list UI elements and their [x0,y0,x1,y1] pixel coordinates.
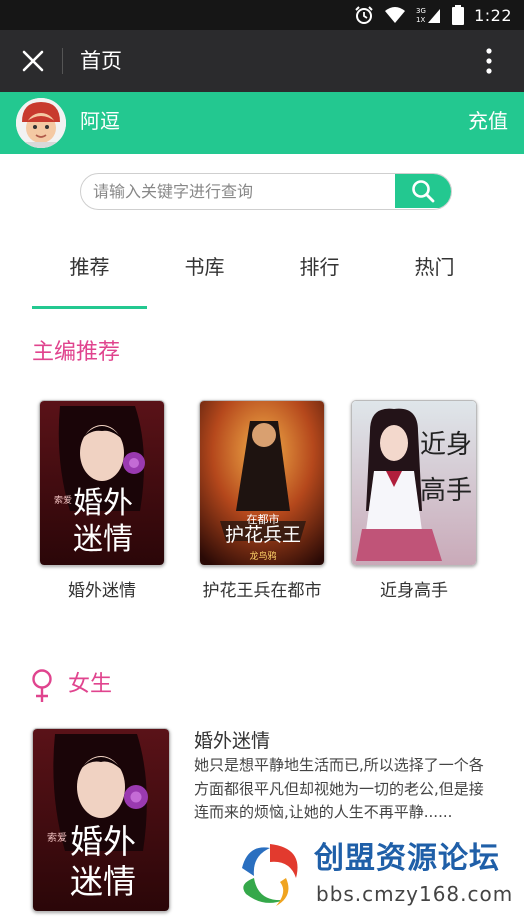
title-divider [62,48,63,74]
close-button[interactable] [18,46,48,76]
user-bar: 阿逗 充值 [0,92,524,154]
featured-book-description: 她只是想平静地生活而已,所以选择了一个各方面都很平凡但却视她为一切的老公,但是接… [194,756,484,821]
page-title: 首页 [80,49,122,73]
editor-picks-title: 主编推荐 [32,340,121,365]
tab-library[interactable]: 书库 [147,240,262,308]
search-icon [412,180,435,203]
book-cover-title: 婚外 [73,486,133,521]
featured-book-title[interactable]: 婚外迷情 [194,728,270,754]
featured-cover-title: 迷情 [70,862,136,901]
editor-picks-list: 婚外 迷情 索爱 婚外迷情 在都市 护花兵王 龙鸟鸦 护花王兵在都市 近身 高手… [32,400,492,610]
svg-text:3G: 3G [416,7,426,15]
avatar[interactable] [16,98,66,148]
book-cover-author: 龙鸟鸦 [249,550,276,562]
book-cover-title: 护花兵王 [225,524,301,546]
book-cover[interactable]: 近身 高手 [351,400,477,566]
female-section-title: 女生 [68,672,113,697]
book-cover-title: 高手 [420,476,472,506]
search-bar [80,173,452,210]
signal-icon: 3G 1X [416,7,441,24]
tab-hot[interactable]: 热门 [377,240,492,308]
book-cover[interactable]: 在都市 护花兵王 龙鸟鸦 [199,400,325,566]
book-title[interactable]: 护花王兵在都市 [192,580,332,602]
svg-text:1X: 1X [416,16,425,24]
watermark-url: bbs.cmzy168.com [316,882,514,906]
more-button[interactable] [474,46,504,76]
search-input[interactable] [81,174,395,208]
status-time: 1:22 [474,5,512,25]
recharge-button[interactable]: 充值 [468,106,508,136]
book-item[interactable]: 婚外 迷情 索爱 婚外迷情 [32,400,172,602]
wifi-icon [385,7,406,23]
watermark: 创盟资源论坛 bbs.cmzy168.com [228,832,524,916]
book-cover-title: 迷情 [73,522,133,557]
book-title[interactable]: 近身高手 [344,580,484,602]
female-symbol-icon [32,669,52,702]
book-cover-tag: 索爱 [54,494,72,506]
search-button[interactable] [395,174,451,208]
book-cover[interactable]: 婚外 迷情 索爱 [39,400,165,566]
status-bar: 3G 1X 1:22 [0,0,524,30]
close-icon [22,50,44,72]
book-title[interactable]: 婚外迷情 [32,580,172,602]
tab-ranking[interactable]: 排行 [262,240,377,308]
book-item[interactable]: 近身 高手 近身高手 [344,400,484,602]
alarm-icon [355,6,373,24]
tab-recommend[interactable]: 推荐 [32,240,147,309]
featured-book-cover[interactable]: 婚外 迷情 索爱 [32,728,170,912]
tab-bar: 推荐 书库 排行 热门 [32,240,492,309]
status-icons: 3G 1X 1:22 [354,0,512,30]
more-vert-icon [486,48,492,74]
avatar-image [16,98,66,148]
book-item[interactable]: 在都市 护花兵王 龙鸟鸦 护花王兵在都市 [192,400,332,602]
featured-cover-tag: 索爱 [47,831,67,844]
username: 阿逗 [80,109,120,133]
book-cover-title: 近身 [420,430,472,460]
title-bar: 首页 [0,30,524,92]
featured-cover-title: 婚外 [70,822,136,861]
battery-icon [452,5,465,25]
watermark-title: 创盟资源论坛 [314,841,500,876]
watermark-logo [242,844,298,906]
